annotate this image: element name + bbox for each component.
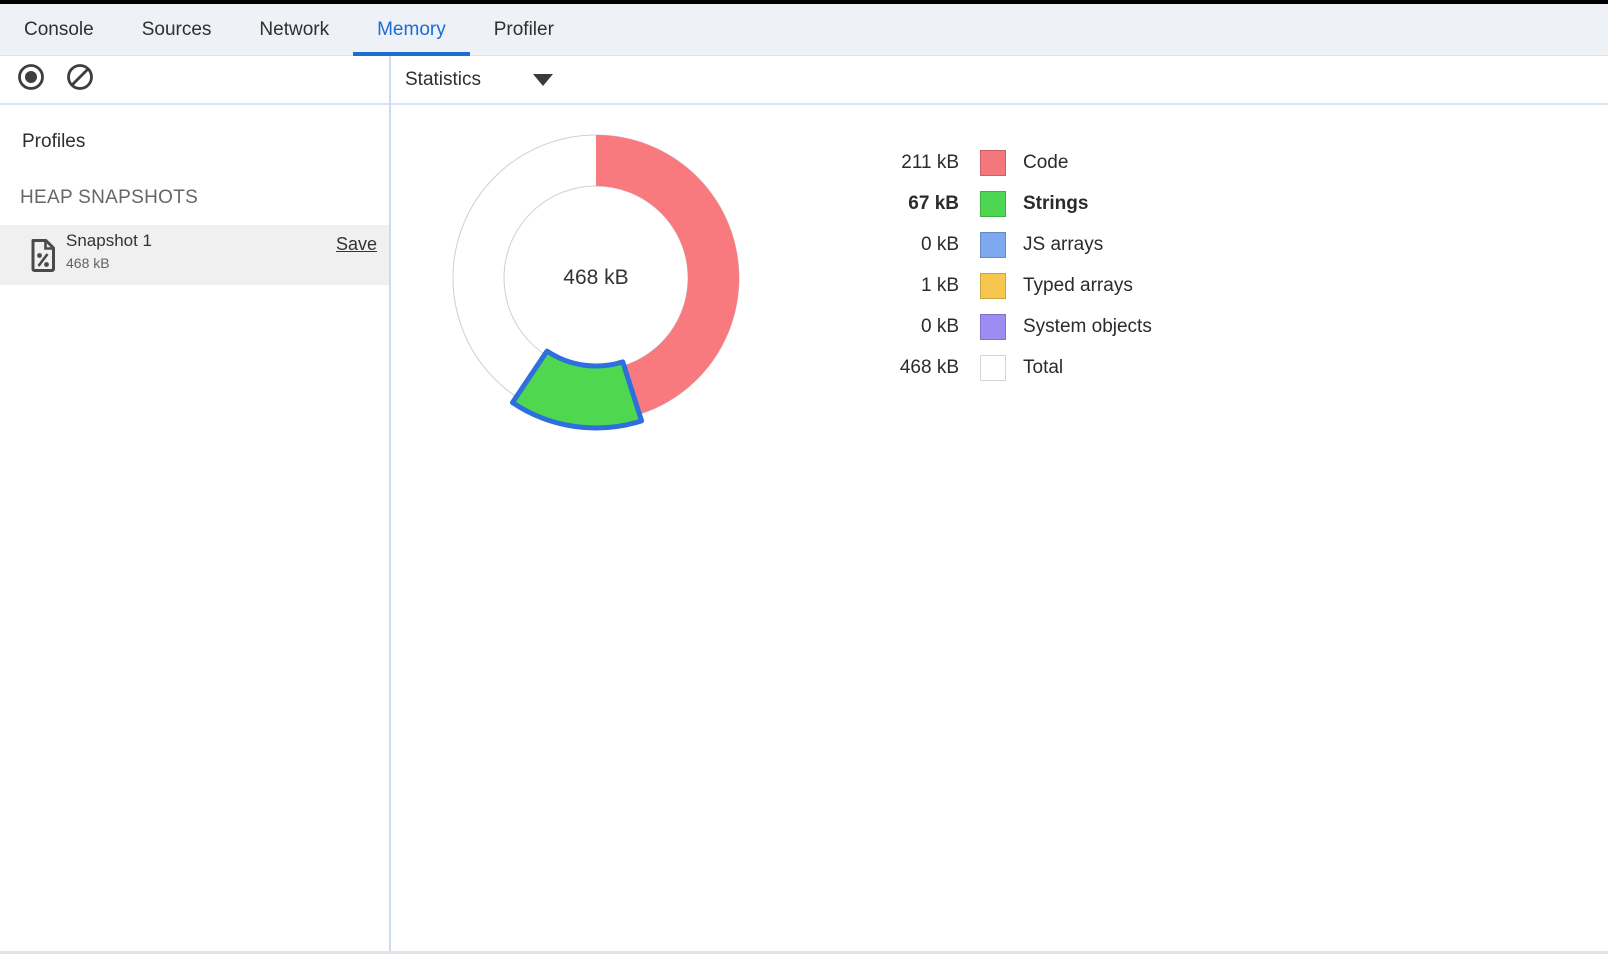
system-objects-swatch-icon (980, 314, 1006, 340)
donut-slice-strings[interactable] (512, 351, 641, 428)
memory-toolbar: Statistics (0, 56, 1608, 105)
tab-network[interactable]: Network (235, 4, 353, 55)
legend-label: JS arrays (1023, 234, 1103, 256)
legend-label: System objects (1023, 316, 1152, 338)
tab-sources[interactable]: Sources (118, 4, 236, 55)
legend-row-js-arrays[interactable]: 0 kB JS arrays (869, 224, 1152, 265)
legend-row-system-objects[interactable]: 0 kB System objects (869, 306, 1152, 347)
code-swatch-icon (980, 150, 1006, 176)
strings-swatch-icon (980, 191, 1006, 217)
legend-label: Code (1023, 152, 1068, 174)
toolbar-button-group (16, 56, 95, 103)
record-heap-snapshot-button[interactable] (16, 65, 46, 95)
save-snapshot-link[interactable]: Save (336, 234, 377, 255)
donut-total-label: 468 kB (563, 266, 628, 290)
devtools-memory-panel: Console Sources Network Memory Profiler (0, 0, 1608, 954)
clear-profiles-button[interactable] (65, 65, 95, 95)
legend-label: Strings (1023, 193, 1088, 215)
legend-value: 0 kB (869, 316, 959, 338)
perspective-dropdown-value: Statistics (405, 69, 481, 91)
legend-row-total[interactable]: 468 kB Total (869, 347, 1152, 388)
total-swatch-icon (980, 355, 1006, 381)
legend-value: 211 kB (869, 152, 959, 174)
tab-memory[interactable]: Memory (353, 4, 470, 55)
devtools-tab-bar: Console Sources Network Memory Profiler (0, 4, 1608, 56)
tab-console[interactable]: Console (0, 4, 118, 55)
profiles-sidebar: Profiles HEAP SNAPSHOTS Snapshot 1 468 k… (0, 107, 389, 951)
snapshot-list-item[interactable]: Snapshot 1 468 kB Save (0, 225, 389, 285)
snapshot-title: Snapshot 1 (66, 231, 152, 251)
block-icon (65, 62, 95, 97)
snapshot-size: 468 kB (66, 255, 110, 271)
tab-profiler[interactable]: Profiler (470, 4, 578, 55)
legend-value: 1 kB (869, 275, 959, 297)
statistics-view: 468 kB 211 kB Code 67 kB Strings 0 kB JS… (391, 107, 1608, 951)
legend-label: Total (1023, 357, 1063, 379)
legend-label: Typed arrays (1023, 275, 1133, 297)
heap-snapshots-heading: HEAP SNAPSHOTS (20, 187, 198, 209)
legend-row-strings[interactable]: 67 kB Strings (869, 183, 1152, 224)
chart-legend: 211 kB Code 67 kB Strings 0 kB JS arrays… (869, 142, 1152, 388)
record-icon (16, 62, 46, 97)
tab-memory-label: Memory (377, 19, 446, 41)
legend-value: 0 kB (869, 234, 959, 256)
profiles-heading: Profiles (22, 131, 85, 153)
js-arrays-swatch-icon (980, 232, 1006, 258)
document-percent-icon (29, 238, 57, 273)
legend-value: 67 kB (869, 193, 959, 215)
caret-down-icon (533, 74, 553, 86)
perspective-dropdown[interactable]: Statistics (405, 56, 553, 103)
legend-row-code[interactable]: 211 kB Code (869, 142, 1152, 183)
legend-row-typed-arrays[interactable]: 1 kB Typed arrays (869, 265, 1152, 306)
typed-arrays-swatch-icon (980, 273, 1006, 299)
legend-value: 468 kB (869, 357, 959, 379)
